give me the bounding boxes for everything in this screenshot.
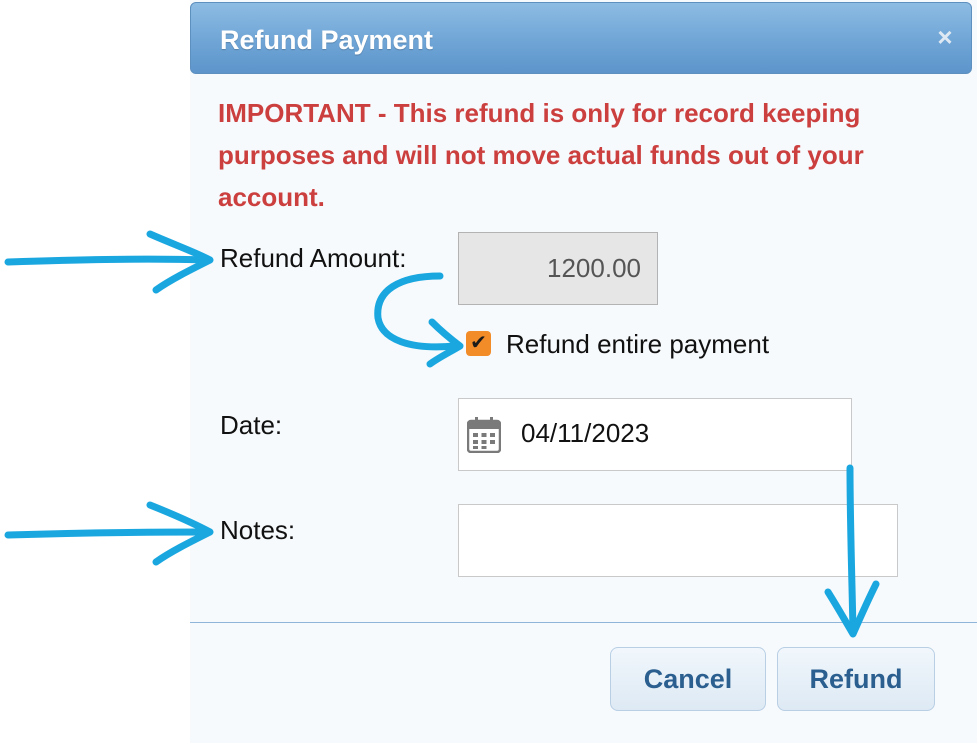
important-warning-text: IMPORTANT - This refund is only for reco… — [218, 98, 864, 212]
dialog-title: Refund Payment — [220, 25, 434, 55]
notes-field[interactable] — [458, 504, 898, 577]
dialog-titlebar: Refund Payment × — [190, 2, 972, 74]
page: Refund Payment × IMPORTANT - This refund… — [0, 0, 977, 743]
close-icon[interactable]: × — [933, 24, 957, 50]
arrow-to-notes-icon — [4, 528, 212, 539]
date-label: Date: — [220, 410, 283, 440]
refund-payment-dialog: Refund Payment × IMPORTANT - This refund… — [190, 0, 977, 743]
footer-divider — [190, 622, 977, 623]
refund-button[interactable]: Refund — [777, 647, 935, 711]
date-value: 04/11/2023 — [521, 418, 650, 448]
refund-amount-label: Refund Amount: — [220, 243, 407, 273]
refund-entire-payment-checkbox[interactable]: ✔ — [466, 331, 491, 356]
refund-entire-payment-label[interactable]: Refund entire payment — [506, 329, 769, 360]
notes-label: Notes: — [220, 515, 296, 545]
arrow-to-refund-amount-icon — [4, 255, 212, 266]
date-field[interactable]: 04/11/2023 — [458, 398, 852, 471]
calendar-icon[interactable] — [467, 417, 501, 453]
refund-amount-field[interactable]: 1200.00 — [458, 232, 658, 305]
cancel-button[interactable]: Cancel — [610, 647, 766, 711]
